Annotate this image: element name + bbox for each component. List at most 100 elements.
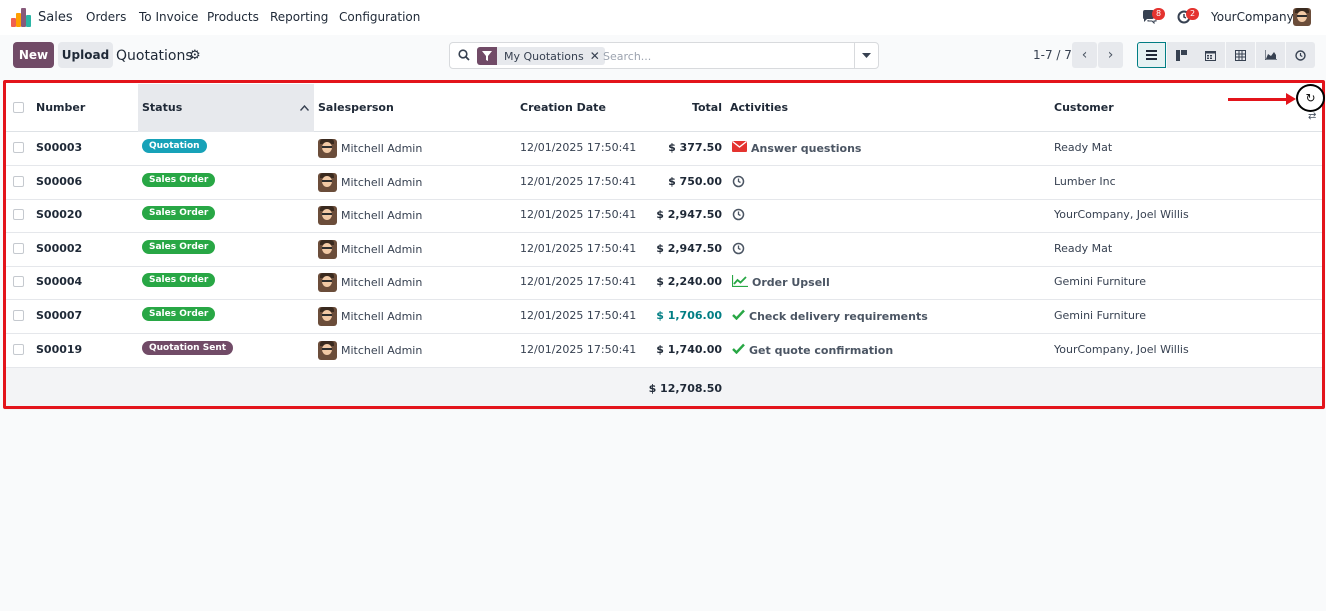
pager-value[interactable]: 1-7 / 7 <box>1033 48 1072 62</box>
creation-date: 12/01/2025 17:50:41 <box>520 141 637 154</box>
app-name[interactable]: Sales <box>38 10 73 25</box>
header-activities[interactable]: Activities <box>730 101 788 114</box>
row-checkbox[interactable] <box>13 142 24 153</box>
optional-columns-toggle-icon[interactable]: ⇄ <box>1308 111 1316 122</box>
header-customer[interactable]: Customer <box>1054 101 1114 114</box>
sales-app-icon[interactable] <box>11 8 31 27</box>
activity-label: Order Upsell <box>752 276 830 289</box>
salesperson-avatar <box>318 139 337 158</box>
salesperson-name: Mitchell Admin <box>341 243 423 256</box>
creation-date: 12/01/2025 17:50:41 <box>520 309 637 322</box>
customer-name: Ready Mat <box>1054 141 1113 154</box>
user-avatar[interactable] <box>1293 8 1311 26</box>
salesperson-name: Mitchell Admin <box>341 209 423 222</box>
select-all-checkbox[interactable] <box>13 102 24 113</box>
upload-button[interactable]: Upload <box>58 42 113 68</box>
check-icon <box>732 309 745 323</box>
filter-icon <box>477 47 497 65</box>
row-checkbox[interactable] <box>13 176 24 187</box>
upsell-chart-icon <box>731 275 748 290</box>
row-checkbox[interactable] <box>13 310 24 321</box>
salesperson-name: Mitchell Admin <box>341 176 423 189</box>
activity-view-icon[interactable] <box>1286 42 1315 68</box>
kanban-view-icon[interactable] <box>1167 42 1196 68</box>
table-row[interactable]: S00006 Sales Order Mitchell Admin 12/01/… <box>4 166 1324 200</box>
pager-previous-icon[interactable]: ‹ <box>1072 42 1097 68</box>
clock-icon[interactable] <box>732 208 745 224</box>
activity-cell[interactable]: Order Upsell <box>731 275 830 290</box>
customer-name: Gemini Furniture <box>1054 309 1146 322</box>
table-row[interactable]: S00007 Sales Order Mitchell Admin 12/01/… <box>4 300 1324 334</box>
activity-cell[interactable] <box>732 208 745 224</box>
customer-name: YourCompany, Joel Willis <box>1054 208 1189 221</box>
order-number: S00006 <box>36 175 83 188</box>
header-number[interactable]: Number <box>36 101 85 114</box>
list-view-icon[interactable] <box>1137 42 1166 68</box>
row-checkbox[interactable] <box>13 209 24 220</box>
creation-date: 12/01/2025 17:50:41 <box>520 175 637 188</box>
row-checkbox[interactable] <box>13 344 24 355</box>
top-navbar: Sales Orders To Invoice Products Reporti… <box>0 0 1326 35</box>
menu-reporting[interactable]: Reporting <box>270 10 328 24</box>
header-total[interactable]: Total <box>664 101 722 114</box>
order-number: S00007 <box>36 309 83 322</box>
table-header: Number Status Salesperson Creation Date … <box>4 84 1324 132</box>
search-facet: My Quotations ✕ <box>477 47 605 65</box>
customer-name: Ready Mat <box>1054 242 1113 255</box>
header-salesperson[interactable]: Salesperson <box>318 101 394 114</box>
refresh-icon[interactable]: ↻ <box>1296 84 1325 112</box>
pager-next-icon[interactable]: › <box>1098 42 1123 68</box>
quotations-list: Number Status Salesperson Creation Date … <box>4 80 1324 410</box>
red-arrow-head <box>1286 93 1296 105</box>
new-button[interactable]: New <box>13 42 54 68</box>
graph-view-icon[interactable] <box>1256 42 1285 68</box>
activity-label: Check delivery requirements <box>749 309 928 323</box>
table-row[interactable]: S00003 Quotation Mitchell Admin 12/01/20… <box>4 132 1324 166</box>
menu-configuration[interactable]: Configuration <box>339 10 420 24</box>
order-total: $ 2,240.00 <box>656 275 722 288</box>
activity-cell[interactable]: Get quote confirmation <box>732 343 893 357</box>
creation-date: 12/01/2025 17:50:41 <box>520 275 637 288</box>
salesperson-avatar <box>318 341 337 360</box>
clock-icon[interactable] <box>732 175 745 191</box>
table-row[interactable]: S00020 Sales Order Mitchell Admin 12/01/… <box>4 199 1324 233</box>
pivot-view-icon[interactable] <box>1226 42 1255 68</box>
gear-icon[interactable]: ⚙ <box>189 48 201 63</box>
activity-cell[interactable] <box>732 242 745 258</box>
totals-footer: $ 12,708.50 <box>4 368 1324 410</box>
header-status[interactable]: Status <box>142 101 182 114</box>
activity-label: Answer questions <box>751 141 862 155</box>
activities-count-badge: 2 <box>1186 8 1199 20</box>
calendar-view-icon[interactable] <box>1196 42 1225 68</box>
search-bar: My Quotations ✕ <box>449 42 879 69</box>
search-input[interactable] <box>603 47 848 65</box>
email-icon <box>732 140 747 155</box>
menu-products[interactable]: Products <box>207 10 259 24</box>
order-total: $ 377.50 <box>668 141 722 154</box>
activity-cell[interactable]: Answer questions <box>732 140 862 155</box>
header-creation-date[interactable]: Creation Date <box>520 101 606 114</box>
activity-cell[interactable]: Check delivery requirements <box>732 309 928 323</box>
menu-to-invoice[interactable]: To Invoice <box>139 10 198 24</box>
search-options-toggle[interactable] <box>854 43 878 68</box>
status-badge: Sales Order <box>142 240 216 254</box>
clock-icon[interactable] <box>732 242 745 258</box>
row-checkbox[interactable] <box>13 243 24 254</box>
search-icon[interactable] <box>458 49 470 61</box>
menu-orders[interactable]: Orders <box>86 10 126 24</box>
status-badge: Sales Order <box>142 173 216 187</box>
row-checkbox[interactable] <box>13 276 24 287</box>
order-total: $ 2,947.50 <box>656 208 722 221</box>
table-row[interactable]: S00019 Quotation Sent Mitchell Admin 12/… <box>4 334 1324 368</box>
company-switcher[interactable]: YourCompany <box>1211 10 1294 24</box>
order-total: $ 750.00 <box>668 175 722 188</box>
order-number: S00004 <box>36 275 83 288</box>
table-row[interactable]: S00004 Sales Order Mitchell Admin 12/01/… <box>4 266 1324 300</box>
order-total: $ 2,947.50 <box>656 242 722 255</box>
creation-date: 12/01/2025 17:50:41 <box>520 343 637 356</box>
status-badge: Quotation Sent <box>142 341 234 355</box>
activity-label: Get quote confirmation <box>749 343 894 357</box>
activity-cell[interactable] <box>732 175 745 191</box>
table-row[interactable]: S00002 Sales Order Mitchell Admin 12/01/… <box>4 233 1324 267</box>
sort-ascending-icon <box>299 100 310 114</box>
